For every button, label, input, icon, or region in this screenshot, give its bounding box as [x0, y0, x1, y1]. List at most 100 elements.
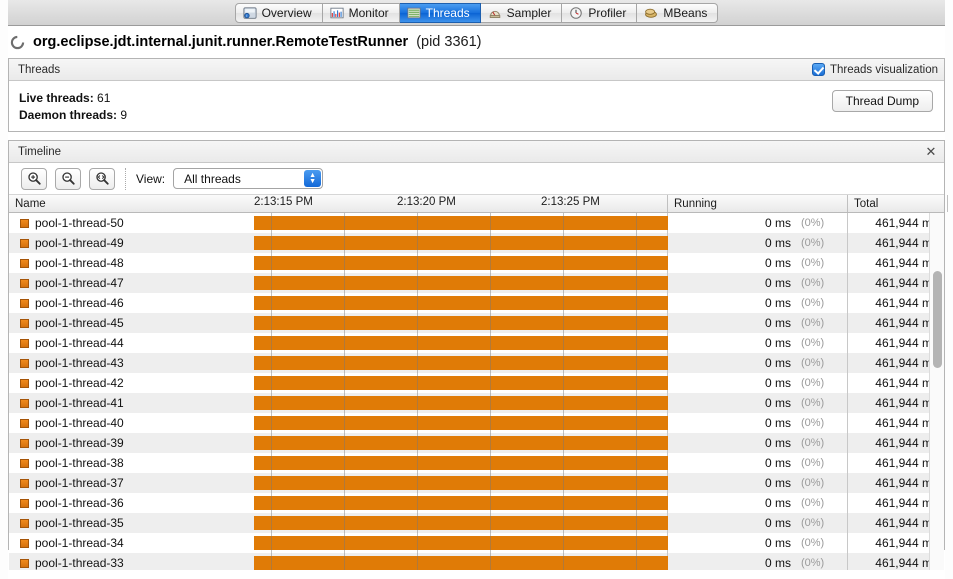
thread-name: pool-1-thread-43: [35, 356, 124, 370]
table-row[interactable]: pool-1-thread-34 0 ms (0%) 461,944 ms: [9, 533, 944, 553]
tab-mbeans[interactable]: MBeans: [637, 2, 719, 23]
tab-profiler[interactable]: Profiler: [562, 2, 638, 23]
thread-timeline-cell[interactable]: [249, 213, 668, 233]
table-header-row: Name 2:13:15 PM 2:13:20 PM 2:13:25 PM Runn…: [9, 195, 948, 213]
column-header-total[interactable]: Total: [847, 195, 947, 212]
thread-name-cell: pool-1-thread-46: [9, 296, 249, 310]
table-row[interactable]: pool-1-thread-42 0 ms (0%) 461,944 ms: [9, 373, 944, 393]
timeline-gridline: [344, 533, 345, 553]
timeline-gridline: [490, 313, 491, 333]
process-pid: (pid 3361): [416, 34, 482, 50]
table-row[interactable]: pool-1-thread-48 0 ms (0%) 461,944 ms: [9, 253, 944, 273]
time-tick-label: 2:13:15 PM: [254, 196, 313, 208]
zoom-out-button[interactable]: [55, 167, 81, 190]
timeline-gridline: [563, 553, 564, 570]
thread-timeline-cell[interactable]: [249, 473, 668, 493]
timeline-gridline: [636, 353, 637, 373]
running-time-cell: 0 ms (0%): [667, 553, 847, 570]
thread-name-cell: pool-1-thread-47: [9, 276, 249, 290]
thread-timeline-cell[interactable]: [249, 233, 668, 253]
close-icon[interactable]: ✕: [924, 145, 938, 159]
timeline-gridline: [490, 253, 491, 273]
thread-timeline-cell[interactable]: [249, 453, 668, 473]
table-row[interactable]: pool-1-thread-37 0 ms (0%) 461,944 ms: [9, 473, 944, 493]
timeline-gridline: [563, 433, 564, 453]
table-row[interactable]: pool-1-thread-38 0 ms (0%) 461,944 ms: [9, 453, 944, 473]
threads-visualization-toggle[interactable]: Threads visualization: [811, 63, 938, 76]
profiler-clock-icon: [569, 6, 583, 20]
thread-timeline-cell[interactable]: [249, 353, 668, 373]
timeline-gridline: [417, 233, 418, 253]
vertical-scrollbar-thumb[interactable]: [933, 271, 942, 368]
table-row[interactable]: pool-1-thread-50 0 ms (0%) 461,944 ms: [9, 213, 944, 233]
table-row[interactable]: pool-1-thread-45 0 ms (0%) 461,944 ms: [9, 313, 944, 333]
column-header-running[interactable]: Running: [667, 195, 847, 212]
daemon-threads-value: 9: [120, 108, 128, 122]
thread-state-square-icon: [20, 278, 29, 288]
thread-timeline-cell[interactable]: [249, 313, 668, 333]
timeline-gridline: [563, 273, 564, 293]
running-percent-value: (0%): [801, 457, 825, 469]
table-row[interactable]: pool-1-thread-46 0 ms (0%) 461,944 ms: [9, 293, 944, 313]
timeline-gridline: [636, 293, 637, 313]
running-percent-value: (0%): [801, 417, 825, 429]
thread-timeline-cell[interactable]: [249, 513, 668, 533]
table-row[interactable]: pool-1-thread-44 0 ms (0%) 461,944 ms: [9, 333, 944, 353]
thread-timeline-cell[interactable]: [249, 393, 668, 413]
running-percent-value: (0%): [801, 557, 825, 569]
thread-timeline-cell[interactable]: [249, 533, 668, 553]
timeline-gridline: [490, 413, 491, 433]
zoom-fit-button[interactable]: [89, 167, 115, 190]
timeline-gridline: [417, 493, 418, 513]
thread-running-bar: [254, 496, 668, 510]
tab-monitor[interactable]: Monitor: [322, 2, 400, 23]
checkbox-checked-icon[interactable]: [811, 63, 825, 76]
timeline-gridline: [271, 253, 272, 273]
threads-panel: Threads Threads visualization Live threa…: [8, 58, 945, 132]
column-header-name[interactable]: Name: [9, 195, 249, 212]
process-title-bar: org.eclipse.jdt.internal.junit.runner.Re…: [0, 26, 953, 58]
tab-overview[interactable]: i Overview: [234, 2, 323, 23]
timeline-gridline: [490, 293, 491, 313]
thread-timeline-cell[interactable]: [249, 493, 668, 513]
table-row[interactable]: pool-1-thread-33 0 ms (0%) 461,944 ms: [9, 553, 944, 570]
timeline-gridline: [271, 293, 272, 313]
table-row[interactable]: pool-1-thread-35 0 ms (0%) 461,944 ms: [9, 513, 944, 533]
table-row[interactable]: pool-1-thread-39 0 ms (0%) 461,944 ms: [9, 433, 944, 453]
table-row[interactable]: pool-1-thread-40 0 ms (0%) 461,944 ms: [9, 413, 944, 433]
thread-timeline-cell[interactable]: [249, 413, 668, 433]
timeline-gridline: [563, 413, 564, 433]
thread-state-square-icon: [20, 238, 29, 248]
timeline-gridline: [271, 233, 272, 253]
chevron-updown-icon[interactable]: ▲ ▼: [304, 170, 322, 187]
thread-timeline-cell[interactable]: [249, 253, 668, 273]
thread-timeline-cell[interactable]: [249, 333, 668, 353]
thread-dump-button[interactable]: Thread Dump: [831, 90, 933, 112]
thread-timeline-cell[interactable]: [249, 433, 668, 453]
table-row[interactable]: pool-1-thread-41 0 ms (0%) 461,944 ms: [9, 393, 944, 413]
running-percent-value: (0%): [801, 437, 825, 449]
running-ms-value: 0 ms: [764, 336, 791, 350]
running-percent-value: (0%): [801, 257, 825, 269]
thread-timeline-cell[interactable]: [249, 553, 668, 570]
thread-timeline-cell[interactable]: [249, 373, 668, 393]
thread-state-square-icon: [20, 298, 29, 308]
tab-threads[interactable]: Threads: [399, 2, 481, 23]
time-tick-label: 2:13:25 PM: [541, 196, 600, 208]
table-row[interactable]: pool-1-thread-49 0 ms (0%) 461,944 ms: [9, 233, 944, 253]
timeline-gridline: [271, 453, 272, 473]
view-select[interactable]: All threads ▲ ▼: [173, 168, 324, 189]
thread-timeline-cell[interactable]: [249, 293, 668, 313]
table-row[interactable]: pool-1-thread-36 0 ms (0%) 461,944 ms: [9, 493, 944, 513]
thread-state-square-icon: [20, 518, 29, 528]
vertical-scrollbar[interactable]: [929, 213, 944, 570]
thread-timeline-cell[interactable]: [249, 273, 668, 293]
timeline-gridline: [271, 493, 272, 513]
timeline-gridline: [271, 533, 272, 553]
tab-sampler[interactable]: Sampler: [480, 2, 563, 23]
table-row[interactable]: pool-1-thread-43 0 ms (0%) 461,944 ms: [9, 353, 944, 373]
zoom-in-button[interactable]: [21, 167, 47, 190]
timeline-gridline: [636, 213, 637, 233]
timeline-gridline: [271, 553, 272, 570]
table-row[interactable]: pool-1-thread-47 0 ms (0%) 461,944 ms: [9, 273, 944, 293]
